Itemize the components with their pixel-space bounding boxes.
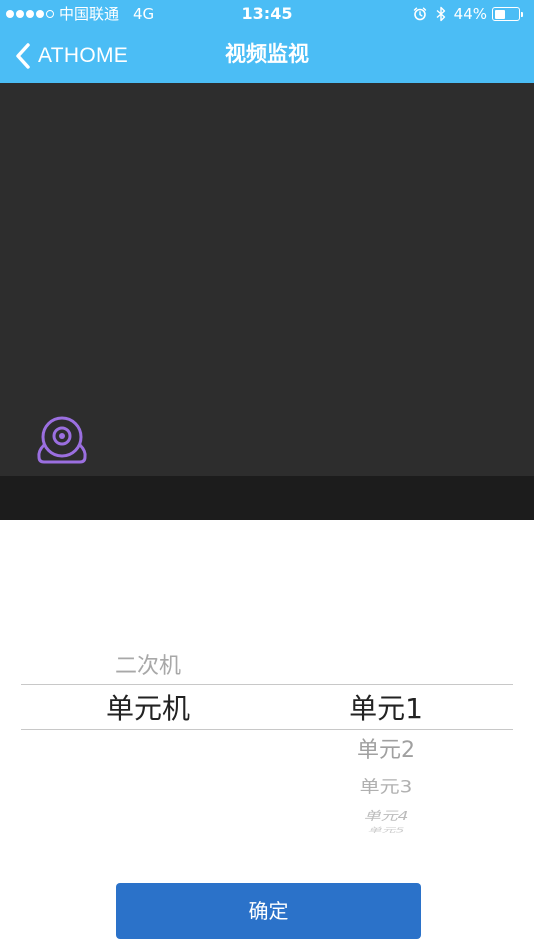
bluetooth-icon xyxy=(436,6,445,22)
page-title: 视频监视 xyxy=(225,42,309,66)
picker-right-option[interactable]: 单元4 xyxy=(296,806,476,823)
battery-icon xyxy=(492,7,524,21)
alarm-icon xyxy=(413,7,426,21)
top-bar: 中国联通 4G 13:45 44% ATHOME 视频监视 xyxy=(0,0,534,83)
picker-right-option[interactable]: 单元3 xyxy=(296,773,476,798)
status-bar-right: 44% xyxy=(413,0,524,28)
picker-right-option[interactable]: 单元2 xyxy=(296,732,476,764)
confirm-button[interactable]: 确定 xyxy=(116,883,421,939)
navigation-bar: ATHOME 视频监视 xyxy=(0,28,534,83)
picker-left-selected[interactable]: 单元机 xyxy=(58,687,238,727)
picker-selection-line-top xyxy=(21,684,513,685)
battery-level-fill xyxy=(494,9,505,19)
unit-picker[interactable]: 二次机 单元机 单元1 单元2 单元3 单元4 单元5 xyxy=(0,520,534,870)
video-player[interactable] xyxy=(0,83,534,476)
picker-selection-line-bottom xyxy=(21,729,513,730)
battery-cap xyxy=(521,11,523,17)
battery-body xyxy=(492,7,520,21)
camera-icon[interactable] xyxy=(35,413,89,467)
status-bar: 中国联通 4G 13:45 44% xyxy=(0,0,534,28)
picker-left-option[interactable]: 二次机 xyxy=(58,648,238,680)
video-control-bar xyxy=(0,476,534,520)
picker-right-selected[interactable]: 单元1 xyxy=(296,687,476,727)
picker-right-option[interactable]: 单元5 xyxy=(296,825,476,835)
battery-percent: 44% xyxy=(453,5,487,23)
